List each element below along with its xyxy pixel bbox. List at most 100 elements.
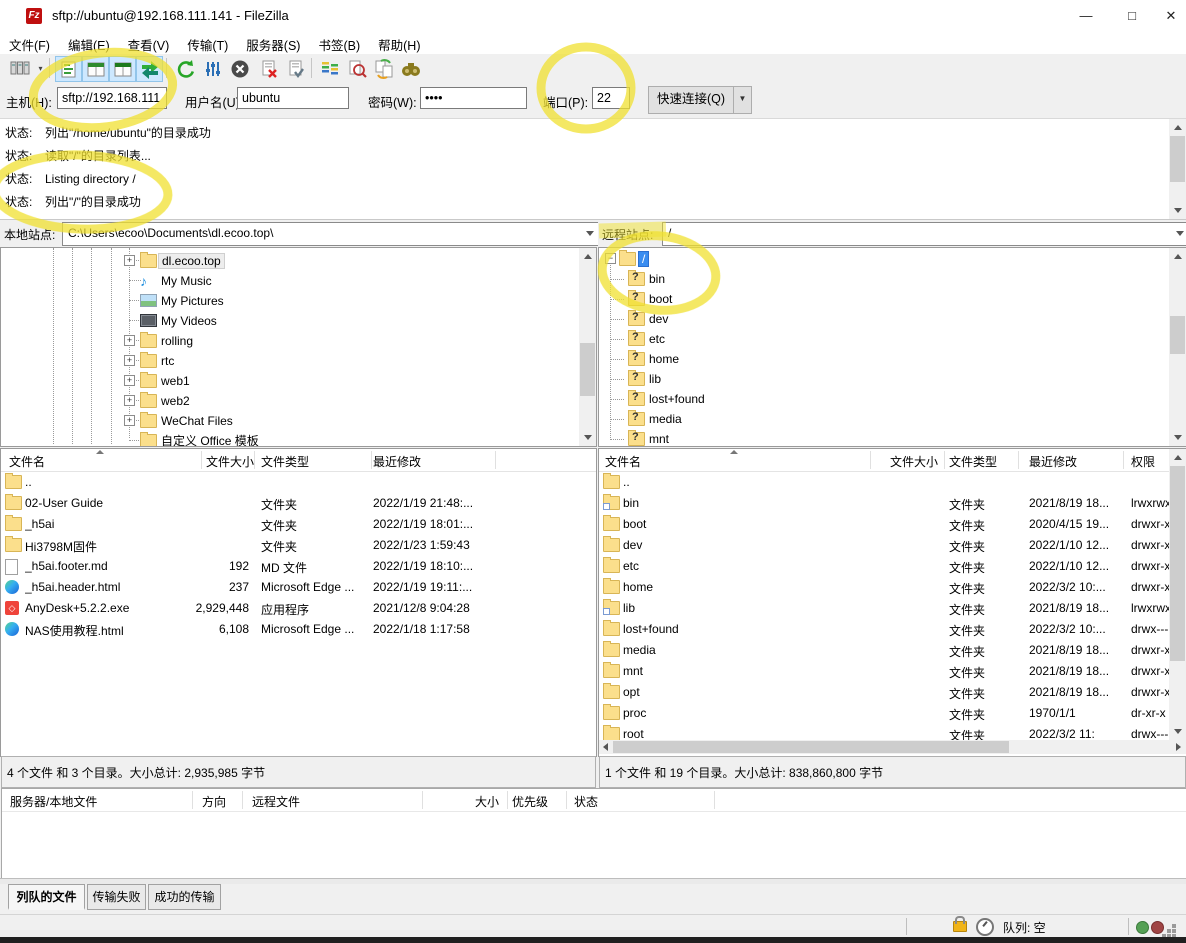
refresh-icon[interactable] xyxy=(172,56,199,82)
remote-site-combo[interactable]: / xyxy=(662,222,1186,246)
sync-browsing-icon[interactable] xyxy=(370,56,397,82)
file-row[interactable]: etc文件夹2022/1/10 12...drwxr-x xyxy=(599,556,1186,577)
tab-failed-transfers[interactable]: 传输失败 xyxy=(87,884,146,910)
column-separator[interactable] xyxy=(422,791,423,809)
column-separator[interactable] xyxy=(944,451,945,469)
column-header[interactable]: 最近修改 xyxy=(1029,453,1077,470)
password-input[interactable] xyxy=(420,87,527,109)
column-separator[interactable] xyxy=(495,451,496,469)
directory-compare-icon[interactable] xyxy=(316,56,343,82)
file-row[interactable]: Hi3798M固件文件夹2022/1/23 1:59:43 xyxy=(1,535,596,556)
column-header[interactable]: 文件名 xyxy=(9,453,45,470)
file-row[interactable]: opt文件夹2021/8/19 18...drwxr-x xyxy=(599,682,1186,703)
find-files-icon[interactable] xyxy=(343,56,370,82)
tree-item[interactable]: +dl.ecoo.top xyxy=(1,251,596,271)
close-button[interactable]: ✕ xyxy=(1148,0,1186,32)
site-manager-icon[interactable] xyxy=(6,56,33,82)
file-row[interactable]: mnt文件夹2021/8/19 18...drwxr-x xyxy=(599,661,1186,682)
queue-column-header[interactable]: 方向 xyxy=(202,793,226,810)
remote-tree-scrollbar[interactable] xyxy=(1169,248,1186,446)
column-separator[interactable] xyxy=(507,791,508,809)
file-row[interactable]: .. xyxy=(1,472,596,493)
tree-item[interactable]: 自定义 Office 模板 xyxy=(1,431,596,447)
tree-expander-icon[interactable]: + xyxy=(124,415,135,426)
column-separator[interactable] xyxy=(371,451,372,469)
minimize-button[interactable]: — xyxy=(1063,0,1109,32)
remote-tree-pane[interactable]: −/binbootdevetchomeliblost+foundmediamnt xyxy=(598,247,1186,447)
tree-item[interactable]: +rolling xyxy=(1,331,596,351)
tree-item[interactable]: media xyxy=(599,409,1186,429)
quickconnect-dropdown[interactable]: ▼ xyxy=(733,86,752,114)
tree-item[interactable]: +web1 xyxy=(1,371,596,391)
file-row[interactable]: 02-User Guide文件夹2022/1/19 21:48:... xyxy=(1,493,596,514)
port-input[interactable] xyxy=(592,87,630,109)
column-header[interactable]: 权限 xyxy=(1131,453,1155,470)
tree-item[interactable]: etc xyxy=(599,329,1186,349)
file-row[interactable]: dev文件夹2022/1/10 12...drwxr-x xyxy=(599,535,1186,556)
column-header[interactable]: 文件名 xyxy=(605,453,641,470)
quickconnect-button[interactable]: 快速连接(Q) xyxy=(648,86,734,114)
column-separator[interactable] xyxy=(566,791,567,809)
resize-grip[interactable] xyxy=(1172,924,1176,928)
local-tree-scrollbar[interactable] xyxy=(579,248,596,446)
queue-column-header[interactable]: 优先级 xyxy=(512,793,548,810)
file-row[interactable]: lost+found文件夹2022/3/2 10:...drwx--- xyxy=(599,619,1186,640)
tree-item[interactable]: ♪My Music xyxy=(1,271,596,291)
tree-item[interactable]: dev xyxy=(599,309,1186,329)
column-header[interactable]: 文件大小 xyxy=(206,453,249,470)
tree-item[interactable]: −/ xyxy=(599,249,1186,269)
column-separator[interactable] xyxy=(192,791,193,809)
file-row[interactable]: _h5ai.footer.md192MD 文件2022/1/19 18:10:.… xyxy=(1,556,596,577)
chevron-down-icon[interactable] xyxy=(1176,231,1184,236)
column-separator[interactable] xyxy=(714,791,715,809)
file-row[interactable]: lib文件夹2021/8/19 18...lrwxrwx xyxy=(599,598,1186,619)
queue-column-header[interactable]: 远程文件 xyxy=(252,793,300,810)
file-row[interactable]: media文件夹2021/8/19 18...drwxr-x xyxy=(599,640,1186,661)
file-row[interactable]: boot文件夹2020/4/15 19...drwxr-x xyxy=(599,514,1186,535)
queue-column-header[interactable]: 服务器/本地文件 xyxy=(10,793,97,810)
confirm-file-icon[interactable] xyxy=(282,56,309,82)
tree-expander-icon[interactable]: − xyxy=(605,253,616,264)
column-header[interactable]: 文件类型 xyxy=(949,453,997,470)
column-separator[interactable] xyxy=(254,451,255,469)
remote-files-hscrollbar[interactable] xyxy=(599,740,1186,754)
file-row[interactable]: proc文件夹1970/1/1dr-xr-x xyxy=(599,703,1186,724)
tree-item[interactable]: +WeChat Files xyxy=(1,411,596,431)
tree-item[interactable]: lib xyxy=(599,369,1186,389)
tree-expander-icon[interactable]: + xyxy=(124,355,135,366)
tree-item[interactable]: My Videos xyxy=(1,311,596,331)
column-separator[interactable] xyxy=(1123,451,1124,469)
tree-item[interactable]: lost+found xyxy=(599,389,1186,409)
chevron-down-icon[interactable] xyxy=(586,231,594,236)
tree-expander-icon[interactable]: + xyxy=(124,375,135,386)
tree-item[interactable]: mnt xyxy=(599,429,1186,447)
tree-item[interactable]: home xyxy=(599,349,1186,369)
column-separator[interactable] xyxy=(870,451,871,469)
tree-expander-icon[interactable]: + xyxy=(124,255,135,266)
local-file-list[interactable]: 文件名文件大小文件类型最近修改..02-User Guide文件夹2022/1/… xyxy=(0,448,597,757)
log-scrollbar[interactable] xyxy=(1169,119,1186,219)
binoculars-icon[interactable] xyxy=(397,56,424,82)
column-header[interactable]: 文件大小 xyxy=(874,453,938,470)
queue-column-header[interactable]: 状态 xyxy=(574,793,598,810)
toggle-log-icon[interactable] xyxy=(55,56,82,82)
file-row[interactable]: NAS使用教程.html6,108Microsoft Edge ...2022/… xyxy=(1,619,596,640)
file-row[interactable]: _h5ai.header.html237Microsoft Edge ...20… xyxy=(1,577,596,598)
local-site-combo[interactable]: C:\Users\ecoo\Documents\dl.ecoo.top\ xyxy=(62,222,601,246)
tree-expander-icon[interactable]: + xyxy=(124,395,135,406)
tab-queued-files[interactable]: 列队的文件 xyxy=(8,884,85,910)
toggle-queue-icon[interactable] xyxy=(136,56,163,82)
toggle-remote-tree-icon[interactable] xyxy=(109,56,136,82)
file-row[interactable]: home文件夹2022/3/2 10:...drwxr-x xyxy=(599,577,1186,598)
tree-item[interactable]: +web2 xyxy=(1,391,596,411)
file-row[interactable]: _h5ai文件夹2022/1/19 18:01:... xyxy=(1,514,596,535)
column-separator[interactable] xyxy=(201,451,202,469)
username-input[interactable] xyxy=(237,87,349,109)
remove-file-icon[interactable] xyxy=(255,56,282,82)
filter-icon[interactable] xyxy=(199,56,226,82)
remote-file-list[interactable]: 文件名文件大小文件类型最近修改权限..bin文件夹2021/8/19 18...… xyxy=(598,448,1186,757)
toggle-local-tree-icon[interactable] xyxy=(82,56,109,82)
column-separator[interactable] xyxy=(1018,451,1019,469)
file-row[interactable]: ◇AnyDesk+5.2.2.exe2,929,448应用程序2021/12/8… xyxy=(1,598,596,619)
tree-item[interactable]: boot xyxy=(599,289,1186,309)
